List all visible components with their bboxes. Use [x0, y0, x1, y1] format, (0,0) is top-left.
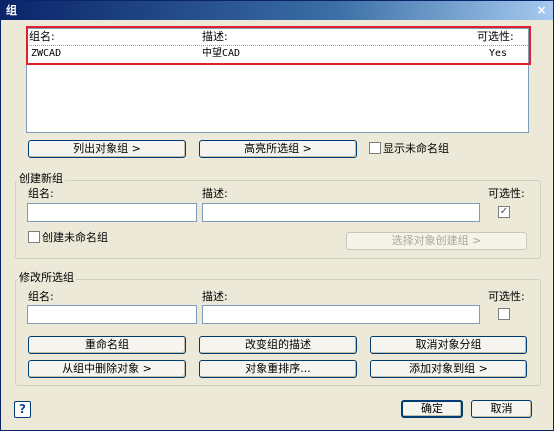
column-header-description[interactable]: 描述:	[202, 29, 228, 45]
column-header-name[interactable]: 组名:	[29, 29, 55, 45]
list-object-groups-button[interactable]: 列出对象组 >	[28, 140, 186, 158]
row-selectable: Yes	[489, 48, 508, 59]
modify-description-field[interactable]	[202, 305, 480, 324]
create-unnamed-label: 创建未命名组	[42, 231, 108, 244]
title-bar: 组 ×	[1, 1, 553, 20]
modify-desc-label: 描述:	[202, 290, 228, 303]
create-unnamed-checkbox[interactable]	[28, 231, 40, 243]
create-name-field[interactable]	[27, 203, 197, 222]
ungroup-button[interactable]: 取消对象分组	[370, 336, 527, 354]
create-name-label: 组名:	[28, 187, 54, 200]
modify-selectable-label: 可选性:	[488, 290, 525, 303]
checkmark-icon: ✓	[499, 206, 509, 217]
table-row[interactable]: ZWCAD 中望CAD Yes	[27, 45, 528, 61]
group-list[interactable]: 组名: 描述: 可选性: ZWCAD 中望CAD Yes	[26, 28, 529, 133]
remove-from-group-button[interactable]: 从组中删除对象 >	[28, 360, 186, 378]
create-group-title: 创建新组	[17, 172, 65, 185]
window-title: 组	[6, 4, 17, 17]
row-name: ZWCAD	[31, 48, 62, 59]
modify-name-label: 组名:	[28, 290, 54, 303]
rename-group-button[interactable]: 重命名组	[28, 336, 186, 354]
reorder-objects-button[interactable]: 对象重排序...	[199, 360, 357, 378]
close-icon[interactable]: ×	[534, 3, 549, 17]
column-header-selectable[interactable]: 可选性:	[477, 29, 514, 45]
add-to-group-button[interactable]: 添加对象到组 >	[370, 360, 527, 378]
show-unnamed-label: 显示未命名组	[383, 142, 449, 155]
create-selectable-label: 可选性:	[488, 187, 525, 200]
modify-name-field[interactable]	[27, 305, 197, 324]
show-unnamed-checkbox[interactable]	[369, 142, 381, 154]
cancel-button[interactable]: 取消	[471, 400, 532, 418]
modify-selectable-checkbox[interactable]	[498, 308, 510, 320]
change-description-button[interactable]: 改变组的描述	[199, 336, 357, 354]
create-desc-label: 描述:	[202, 187, 228, 200]
create-selectable-checkbox[interactable]: ✓	[498, 206, 510, 218]
help-icon[interactable]: ?	[14, 401, 31, 418]
list-header: 组名: 描述: 可选性:	[27, 29, 528, 45]
highlight-selected-group-button[interactable]: 高亮所选组 >	[199, 140, 357, 158]
ok-button[interactable]: 确定	[401, 400, 463, 418]
select-objects-create-button[interactable]: 选择对象创建组 >	[346, 232, 527, 250]
row-description: 中望CAD	[202, 48, 241, 59]
groups-dialog: 组 × 组名: 描述: 可选性: ZWCAD 中望CAD Yes 列出对象组 >…	[0, 0, 554, 431]
modify-group-title: 修改所选组	[17, 271, 76, 284]
create-description-field[interactable]	[202, 203, 480, 222]
